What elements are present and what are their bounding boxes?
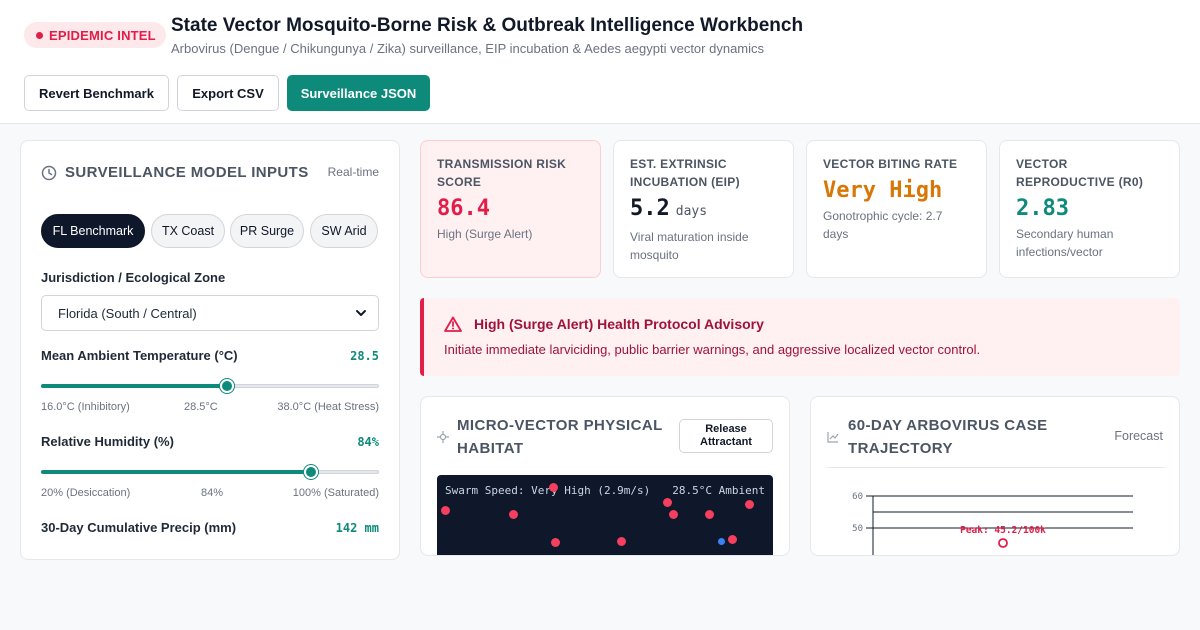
trajectory-title: 60-DAY ARBOVIRUS CASE TRAJECTORY: [848, 417, 1048, 457]
chart-icon: [827, 432, 839, 443]
release-attractant-button[interactable]: Release Attractant: [679, 419, 773, 453]
eip-value-row: 5.2 days: [630, 195, 777, 226]
chevron-down-icon: [356, 310, 366, 316]
card-sub: High (Surge Alert): [437, 227, 533, 241]
transmission-risk-card: TRANSMISSION RISK SCORE 86.4 High (Surge…: [420, 140, 601, 278]
mosquito-dot: [669, 510, 678, 519]
mosquito-dot-blue: [718, 538, 725, 545]
tick-mid: 84%: [201, 487, 224, 499]
habitat-simulation[interactable]: Swarm Speed: Very High (2.9m/s) 28.5°C A…: [437, 475, 773, 555]
status-dot-icon: [36, 31, 43, 39]
preset-tx-coast[interactable]: TX Coast: [151, 214, 225, 248]
tick-max: 38.0°C (Heat Stress): [277, 401, 379, 413]
temperature-label: Mean Ambient Temperature (°C): [41, 348, 238, 363]
surveillance-inputs-panel: SURVEILLANCE MODEL INPUTS Real-time FL B…: [20, 140, 400, 560]
temperature-slider[interactable]: [41, 379, 379, 393]
card-label: EST. EXTRINSIC INCUBATION (EIP): [630, 157, 740, 189]
eip-unit: days: [675, 204, 708, 219]
jurisdiction-label: Jurisdiction / Ecological Zone: [41, 270, 226, 285]
tick-mid: 28.5°C: [184, 401, 218, 413]
forecast-label: Forecast: [1114, 429, 1163, 443]
slider-thumb[interactable]: [304, 465, 319, 479]
biting-rate-card: VECTOR BITING RATE Very High Gonotrophic…: [806, 140, 987, 278]
advisory-title: High (Surge Alert) Health Protocol Advis…: [474, 316, 764, 332]
card-label: TRANSMISSION RISK SCORE: [437, 157, 567, 189]
mosquito-dot: [728, 535, 737, 544]
humidity-value: 84%: [357, 435, 379, 449]
mosquito-dot: [441, 506, 450, 515]
health-advisory-banner: High (Surge Alert) Health Protocol Advis…: [420, 298, 1180, 376]
card-sub: Secondary human infections/vector: [1016, 227, 1114, 259]
humidity-label: Relative Humidity (%): [41, 434, 174, 449]
mosquito-dot: [509, 510, 518, 519]
advisory-body: Initiate immediate larviciding, public b…: [444, 342, 981, 357]
epidemic-intel-badge: EPIDEMIC INTEL: [24, 22, 166, 48]
habitat-panel: MICRO-VECTOR PHYSICAL HABITAT Release At…: [420, 396, 790, 556]
eip-card: EST. EXTRINSIC INCUBATION (EIP) 5.2 days …: [613, 140, 794, 278]
preset-fl-benchmark[interactable]: FL Benchmark: [41, 214, 145, 248]
slider-fill: [41, 384, 227, 388]
slider-thumb[interactable]: [219, 379, 234, 393]
panel-divider: [827, 467, 1165, 468]
eip-value: 5.2: [630, 196, 670, 221]
habitat-title: MICRO-VECTOR PHYSICAL HABITAT: [457, 417, 663, 457]
peak-marker: [998, 538, 1008, 548]
peak-annotation: Peak: 45.2/100k: [960, 525, 1046, 536]
card-label: VECTOR BITING RATE: [823, 157, 958, 171]
risk-score-value: 86.4: [437, 196, 490, 221]
r0-card: VECTOR REPRODUCTIVE (R0) 2.83 Secondary …: [999, 140, 1180, 278]
warning-icon: [444, 316, 462, 332]
mosquito-dot: [663, 498, 672, 507]
y-tick-50: 50: [852, 524, 863, 534]
jurisdiction-select[interactable]: Florida (South / Central): [41, 295, 379, 331]
preset-sw-arid[interactable]: SW Arid: [310, 214, 378, 248]
r0-value: 2.83: [1016, 196, 1069, 221]
crosshair-icon: [437, 431, 449, 443]
mosquito-dot: [745, 500, 754, 509]
precip-label: 30-Day Cumulative Precip (mm): [41, 520, 237, 535]
card-sub: Gonotrophic cycle: 2.7 days: [823, 209, 943, 241]
tick-min: 16.0°C (Inhibitory): [41, 401, 130, 413]
surveillance-json-button[interactable]: Surveillance JSON: [287, 75, 430, 111]
top-bar: EPIDEMIC INTEL State Vector Mosquito-Bor…: [0, 0, 1200, 124]
jurisdiction-value: Florida (South / Central): [58, 305, 197, 321]
mosquito-dot: [549, 483, 558, 492]
preset-pr-surge[interactable]: PR Surge: [230, 214, 304, 248]
humidity-slider[interactable]: [41, 465, 379, 479]
inputs-panel-title: SURVEILLANCE MODEL INPUTS: [65, 164, 309, 181]
temperature-value: 28.5: [350, 349, 379, 363]
card-label: VECTOR REPRODUCTIVE (R0): [1016, 157, 1144, 189]
tick-max: 100% (Saturated): [292, 487, 379, 499]
precip-value: 142 mm: [335, 521, 379, 535]
realtime-label: Real-time: [327, 165, 379, 179]
badge-label: EPIDEMIC INTEL: [49, 27, 156, 43]
card-sub: Viral maturation inside mosquito: [630, 230, 749, 262]
swarm-speed-text: Swarm Speed: Very High (2.9m/s): [445, 484, 651, 497]
mosquito-dot: [705, 510, 714, 519]
trajectory-chart: 60 50 Peak: 45.2/100k: [852, 492, 1133, 555]
biting-rate-value: Very High: [823, 178, 943, 203]
tick-min: 20% (Desiccation): [41, 487, 131, 499]
mosquito-dot: [617, 537, 626, 546]
y-tick-60: 60: [852, 492, 863, 502]
trajectory-panel: 60-DAY ARBOVIRUS CASE TRAJECTORY Forecas…: [810, 396, 1180, 556]
page-subtitle: Arbovirus (Dengue / Chikungunya / Zika) …: [171, 41, 765, 56]
mosquito-dot: [551, 538, 560, 547]
clock-icon: [41, 165, 57, 181]
revert-benchmark-button[interactable]: Revert Benchmark: [24, 75, 169, 111]
page-title: State Vector Mosquito-Borne Risk & Outbr…: [171, 15, 804, 36]
export-csv-button[interactable]: Export CSV: [177, 75, 279, 111]
ambient-text: 28.5°C Ambient: [672, 484, 765, 497]
slider-fill: [41, 470, 312, 474]
